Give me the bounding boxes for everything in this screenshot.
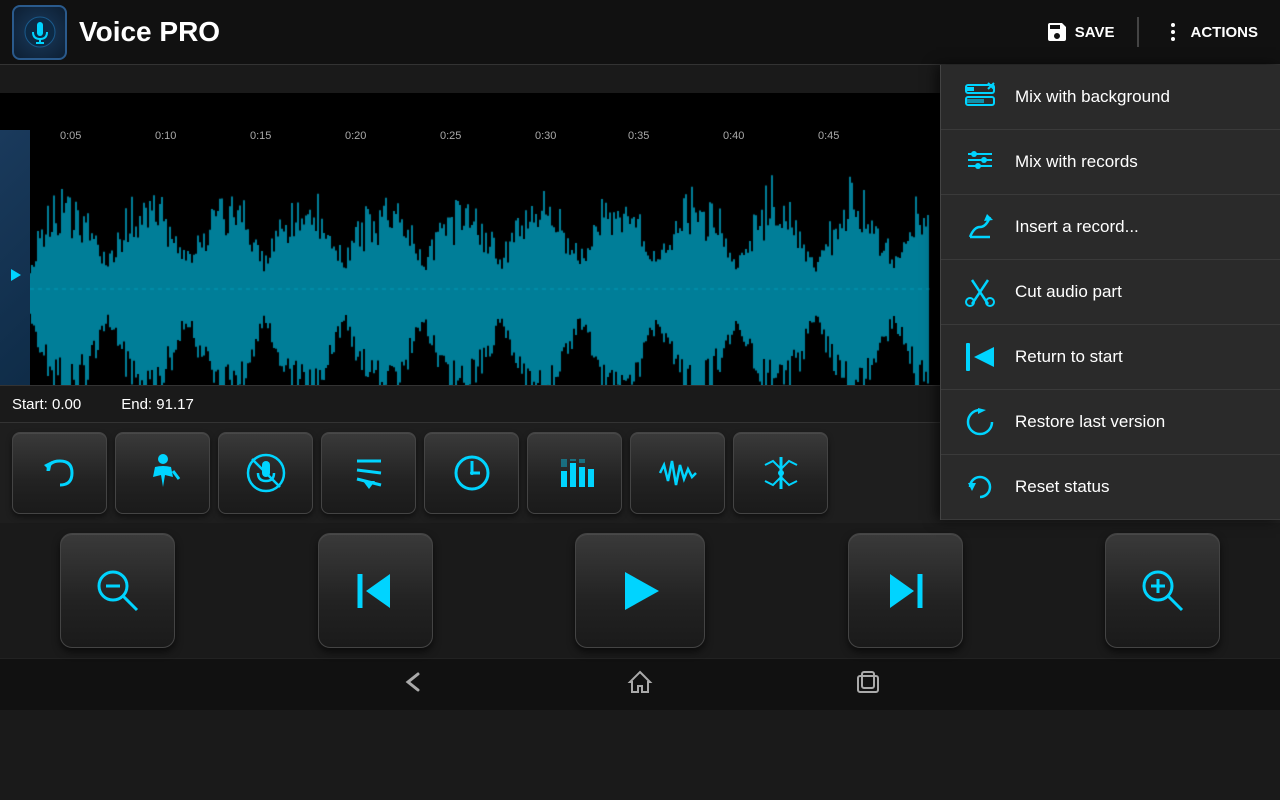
waveform-display[interactable] — [30, 158, 930, 385]
timeline-mark-7: 0:35 — [628, 130, 649, 142]
reset-icon — [961, 468, 999, 506]
status-end: End: 91.17 — [121, 396, 194, 413]
return-icon — [961, 338, 999, 376]
nav-home-button[interactable] — [626, 668, 654, 702]
skip-forward-button[interactable] — [848, 533, 963, 648]
timeline-mark-4: 0:20 — [345, 130, 366, 142]
menu-item-cut-label: Cut audio part — [1015, 282, 1122, 302]
timeline-mark-9: 0:45 — [818, 130, 839, 142]
waveform-fx-button[interactable] — [630, 432, 725, 514]
menu-item-insert-record[interactable]: Insert a record... — [941, 195, 1280, 260]
menu-item-cut-audio[interactable]: Cut audio part — [941, 260, 1280, 325]
menu-item-reset[interactable]: Reset status — [941, 455, 1280, 520]
equalizer-button[interactable] — [527, 432, 622, 514]
nav-recents-button[interactable] — [854, 668, 882, 702]
enhance-button[interactable] — [733, 432, 828, 514]
app-title: Voice PRO — [79, 16, 1035, 48]
timeline-mark-6: 0:30 — [535, 130, 556, 142]
play-position-indicator — [0, 130, 30, 385]
pitch-down-button[interactable] — [321, 432, 416, 514]
app-header: Voice PRO SAVE ACTIONS — [0, 0, 1280, 65]
mix-bg-icon — [961, 78, 999, 116]
zoom-in-button[interactable] — [1105, 533, 1220, 648]
actions-dropdown-menu: Mix with background Mix with records Ins… — [940, 65, 1280, 520]
menu-item-restore[interactable]: Restore last version — [941, 390, 1280, 455]
app-logo — [12, 5, 67, 60]
menu-item-insert-label: Insert a record... — [1015, 217, 1139, 237]
menu-item-mix-background[interactable]: Mix with background — [941, 65, 1280, 130]
playback-row — [0, 523, 1280, 658]
restore-icon — [961, 403, 999, 441]
timeline-mark-2: 0:10 — [155, 130, 176, 142]
menu-item-reset-label: Reset status — [1015, 477, 1110, 497]
menu-item-return-start[interactable]: Return to start — [941, 325, 1280, 390]
timeline-mark-5: 0:25 — [440, 130, 461, 142]
timeline-mark-3: 0:15 — [250, 130, 271, 142]
header-divider — [1137, 17, 1139, 47]
cut-icon — [961, 273, 999, 311]
insert-icon — [961, 208, 999, 246]
menu-item-mix-records[interactable]: Mix with records — [941, 130, 1280, 195]
timeline-mark-1: 0:05 — [60, 130, 81, 142]
android-nav-bar — [0, 658, 1280, 710]
mix-rec-icon — [961, 143, 999, 181]
menu-item-mix-background-label: Mix with background — [1015, 87, 1170, 107]
skip-back-button[interactable] — [318, 533, 433, 648]
menu-item-return-label: Return to start — [1015, 347, 1123, 367]
play-button[interactable] — [575, 533, 705, 648]
mute-button[interactable] — [218, 432, 313, 514]
menu-item-restore-label: Restore last version — [1015, 412, 1165, 432]
clock-button[interactable] — [424, 432, 519, 514]
actions-button[interactable]: ACTIONS — [1151, 14, 1269, 50]
zoom-out-button[interactable] — [60, 533, 175, 648]
save-button[interactable]: SAVE — [1035, 14, 1125, 50]
timeline-mark-8: 0:40 — [723, 130, 744, 142]
nav-back-button[interactable] — [398, 668, 426, 702]
status-start: Start: 0.00 — [12, 396, 81, 413]
undo-button[interactable] — [12, 432, 107, 514]
menu-item-mix-records-label: Mix with records — [1015, 152, 1138, 172]
header-actions: SAVE ACTIONS — [1035, 14, 1268, 50]
trim-silence-button[interactable] — [115, 432, 210, 514]
